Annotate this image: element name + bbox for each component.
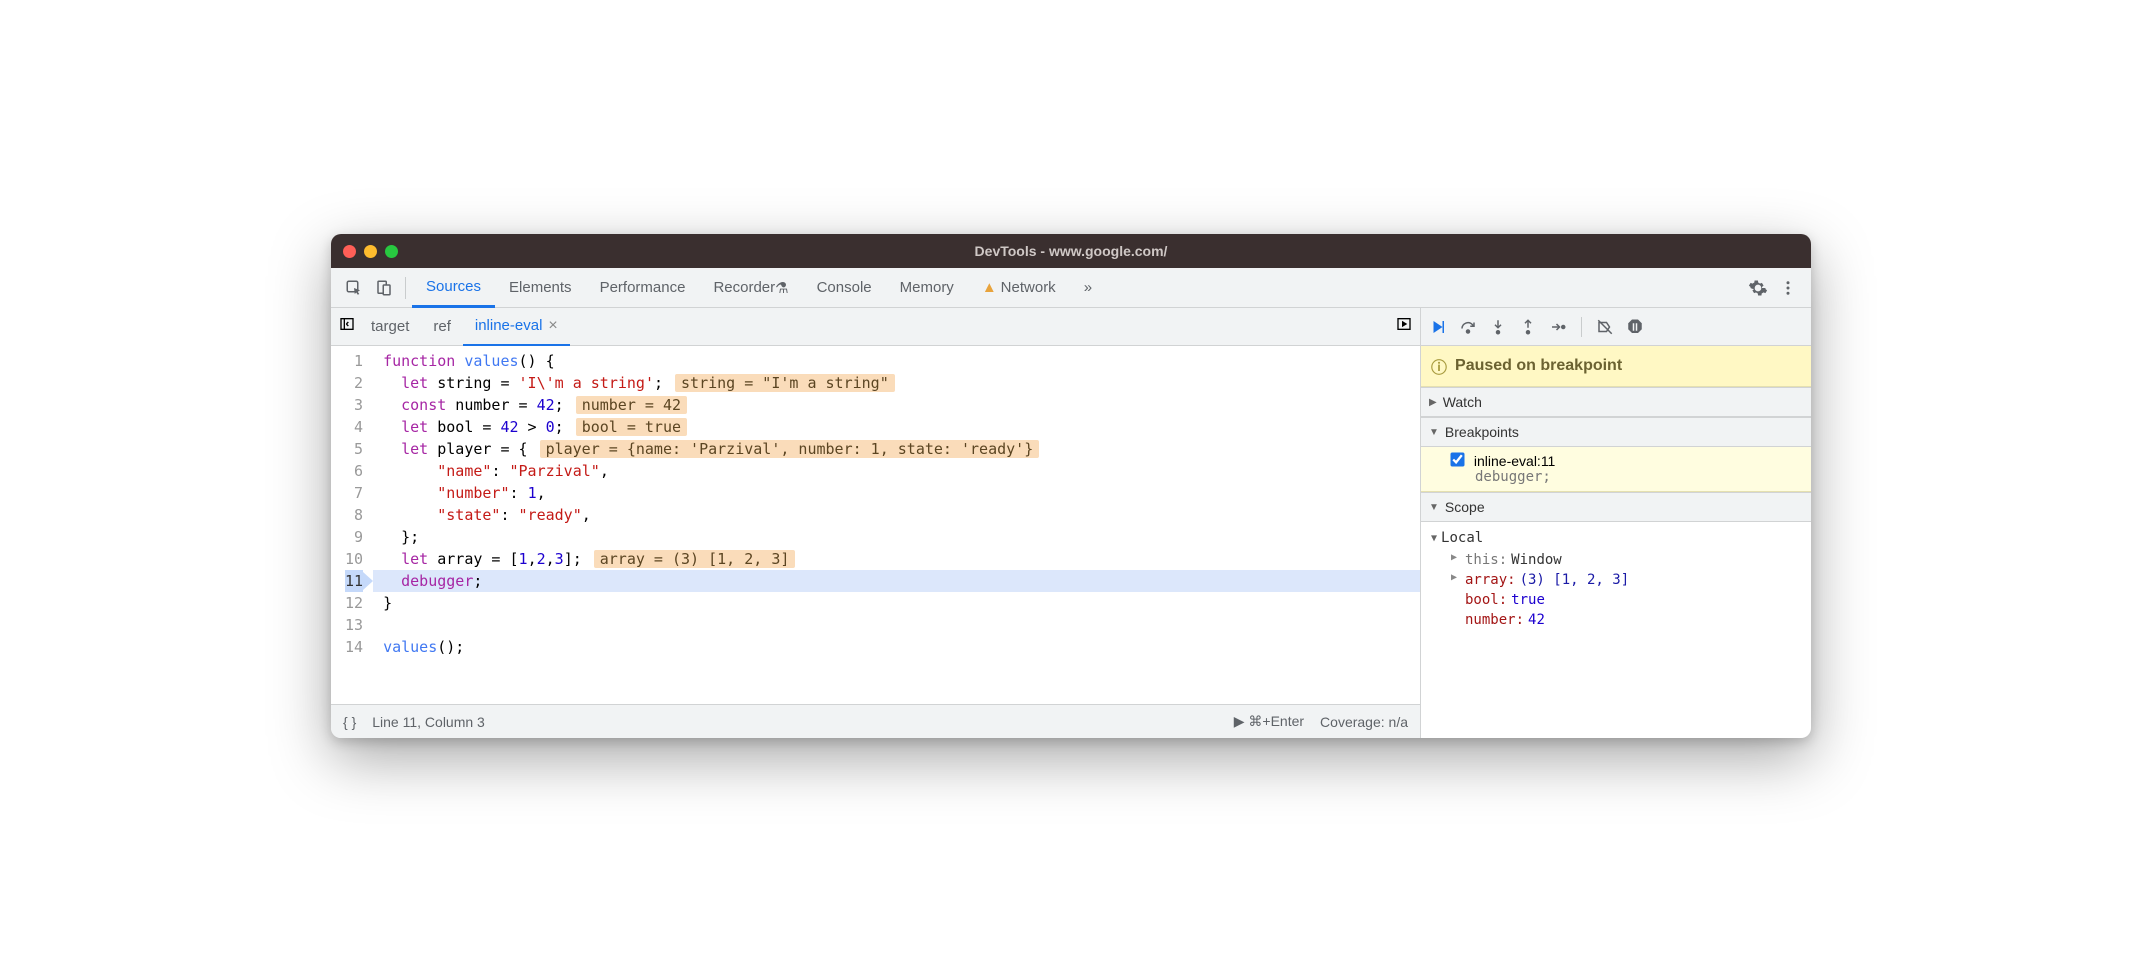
line-number[interactable]: 12 bbox=[345, 592, 363, 614]
banner-text: Paused on breakpoint bbox=[1455, 357, 1622, 375]
inline-value: player = {name: 'Parzival', number: 1, s… bbox=[540, 440, 1040, 458]
inline-value: bool = true bbox=[576, 418, 687, 436]
tab-network[interactable]: ▲Network bbox=[968, 268, 1070, 308]
deactivate-breakpoints-icon[interactable] bbox=[1596, 318, 1614, 336]
device-toolbar-icon[interactable] bbox=[369, 273, 399, 303]
line-number[interactable]: 10 bbox=[345, 548, 363, 570]
info-icon: ⓘ bbox=[1431, 354, 1447, 378]
line-number[interactable]: 8 bbox=[345, 504, 363, 526]
inline-value: array = (3) [1, 2, 3] bbox=[594, 550, 796, 568]
chevron-right-icon: ▶ bbox=[1429, 397, 1437, 408]
scope-local-header[interactable]: ▼ Local bbox=[1421, 526, 1811, 550]
breakpoint-label: inline-eval:11 bbox=[1474, 453, 1555, 469]
code-line[interactable]: let array = [1,2,3];array = (3) [1, 2, 3… bbox=[373, 548, 1420, 570]
scope-variable[interactable]: ▶array: (3) [1, 2, 3] bbox=[1421, 570, 1811, 590]
line-gutter[interactable]: 1234567891011121314 bbox=[331, 346, 373, 704]
code-line[interactable]: let string = 'I\'m a string';string = "I… bbox=[373, 372, 1420, 394]
more-tabs-button[interactable]: » bbox=[1070, 268, 1106, 308]
scope-variable[interactable]: bool: true bbox=[1421, 590, 1811, 610]
inline-value: number = 42 bbox=[576, 396, 687, 414]
code-line[interactable]: "state": "ready", bbox=[373, 504, 1420, 526]
chevron-down-icon: ▼ bbox=[1429, 427, 1439, 438]
devtools-window: DevTools - www.google.com/ SourcesElemen… bbox=[331, 234, 1811, 738]
code-line[interactable]: "name": "Parzival", bbox=[373, 460, 1420, 482]
code-line[interactable]: function values() { bbox=[373, 350, 1420, 372]
kebab-menu-icon[interactable] bbox=[1773, 273, 1803, 303]
chevron-down-icon: ▼ bbox=[1431, 533, 1437, 544]
debugger-toolbar bbox=[1421, 308, 1811, 346]
tab-performance[interactable]: Performance bbox=[586, 268, 700, 308]
breakpoints-section-header[interactable]: ▼ Breakpoints bbox=[1421, 417, 1811, 447]
inspect-element-icon[interactable] bbox=[339, 273, 369, 303]
run-shortcut[interactable]: ▶ ⌘+Enter bbox=[1234, 713, 1304, 730]
file-tab-inline-eval[interactable]: inline-eval × bbox=[463, 308, 570, 346]
code-editor[interactable]: 1234567891011121314 function values() { … bbox=[331, 346, 1420, 704]
chevron-down-icon: ▼ bbox=[1429, 502, 1439, 513]
step-into-icon[interactable] bbox=[1489, 318, 1507, 336]
statusbar: { } Line 11, Column 3 ▶ ⌘+Enter Coverage… bbox=[331, 704, 1420, 738]
line-number[interactable]: 7 bbox=[345, 482, 363, 504]
line-number[interactable]: 5 bbox=[345, 438, 363, 460]
code-line[interactable]: debugger; bbox=[373, 570, 1420, 592]
file-tabs: targetrefinline-eval × bbox=[331, 308, 1420, 346]
line-number[interactable]: 13 bbox=[345, 614, 363, 636]
line-number[interactable]: 4 bbox=[345, 416, 363, 438]
run-snippet-icon[interactable] bbox=[1396, 316, 1412, 337]
sources-panel: targetrefinline-eval × 12345678910111213… bbox=[331, 308, 1421, 738]
tab-memory[interactable]: Memory bbox=[886, 268, 968, 308]
code-line[interactable]: let bool = 42 > 0;bool = true bbox=[373, 416, 1420, 438]
tab-elements[interactable]: Elements bbox=[495, 268, 586, 308]
code-line[interactable] bbox=[373, 614, 1420, 636]
cursor-position: Line 11, Column 3 bbox=[372, 714, 485, 730]
titlebar: DevTools - www.google.com/ bbox=[331, 234, 1811, 268]
line-number[interactable]: 11 bbox=[345, 570, 363, 592]
pretty-print-icon[interactable]: { } bbox=[343, 714, 356, 730]
step-icon[interactable] bbox=[1549, 318, 1567, 336]
code-line[interactable]: let player = {player = {name: 'Parzival'… bbox=[373, 438, 1420, 460]
code-line[interactable]: }; bbox=[373, 526, 1420, 548]
file-tab-target[interactable]: target bbox=[359, 308, 421, 346]
scope-variable[interactable]: number: 42 bbox=[1421, 610, 1811, 630]
line-number[interactable]: 3 bbox=[345, 394, 363, 416]
resume-icon[interactable] bbox=[1429, 318, 1447, 336]
breakpoint-item[interactable]: inline-eval:11 debugger; bbox=[1421, 447, 1811, 492]
watch-section-header[interactable]: ▶ Watch bbox=[1421, 387, 1811, 417]
paused-banner: ⓘ Paused on breakpoint bbox=[1421, 346, 1811, 387]
line-number[interactable]: 1 bbox=[345, 350, 363, 372]
line-number[interactable]: 6 bbox=[345, 460, 363, 482]
tab-sources[interactable]: Sources bbox=[412, 268, 495, 308]
breakpoint-code: debugger; bbox=[1451, 469, 1801, 485]
code-area[interactable]: function values() { let string = 'I\'m a… bbox=[373, 346, 1420, 704]
main-tabbar: SourcesElementsPerformanceRecorder ⚗Cons… bbox=[331, 268, 1811, 308]
line-number[interactable]: 14 bbox=[345, 636, 363, 658]
code-line[interactable]: } bbox=[373, 592, 1420, 614]
pause-on-exceptions-icon[interactable] bbox=[1626, 318, 1644, 336]
separator bbox=[405, 277, 406, 299]
show-navigator-icon[interactable] bbox=[339, 316, 355, 337]
code-line[interactable]: const number = 42;number = 42 bbox=[373, 394, 1420, 416]
line-number[interactable]: 9 bbox=[345, 526, 363, 548]
window-title: DevTools - www.google.com/ bbox=[331, 243, 1811, 259]
file-tab-ref[interactable]: ref bbox=[421, 308, 463, 346]
code-line[interactable]: "number": 1, bbox=[373, 482, 1420, 504]
scope-area: ▼ Local ▶this: Window▶array: (3) [1, 2, … bbox=[1421, 522, 1811, 634]
close-tab-icon[interactable]: × bbox=[548, 317, 557, 335]
tab-console[interactable]: Console bbox=[803, 268, 886, 308]
tab-recorder[interactable]: Recorder ⚗ bbox=[699, 268, 802, 308]
step-out-icon[interactable] bbox=[1519, 318, 1537, 336]
breakpoint-checkbox[interactable] bbox=[1450, 452, 1464, 466]
coverage-status[interactable]: Coverage: n/a bbox=[1320, 714, 1408, 730]
step-over-icon[interactable] bbox=[1459, 318, 1477, 336]
debugger-sidebar: ⓘ Paused on breakpoint ▶ Watch ▼ Breakpo… bbox=[1421, 308, 1811, 738]
inline-value: string = "I'm a string" bbox=[675, 374, 895, 392]
line-number[interactable]: 2 bbox=[345, 372, 363, 394]
scope-variable[interactable]: ▶this: Window bbox=[1421, 550, 1811, 570]
scope-section-header[interactable]: ▼ Scope bbox=[1421, 492, 1811, 522]
settings-icon[interactable] bbox=[1743, 273, 1773, 303]
code-line[interactable]: values(); bbox=[373, 636, 1420, 658]
